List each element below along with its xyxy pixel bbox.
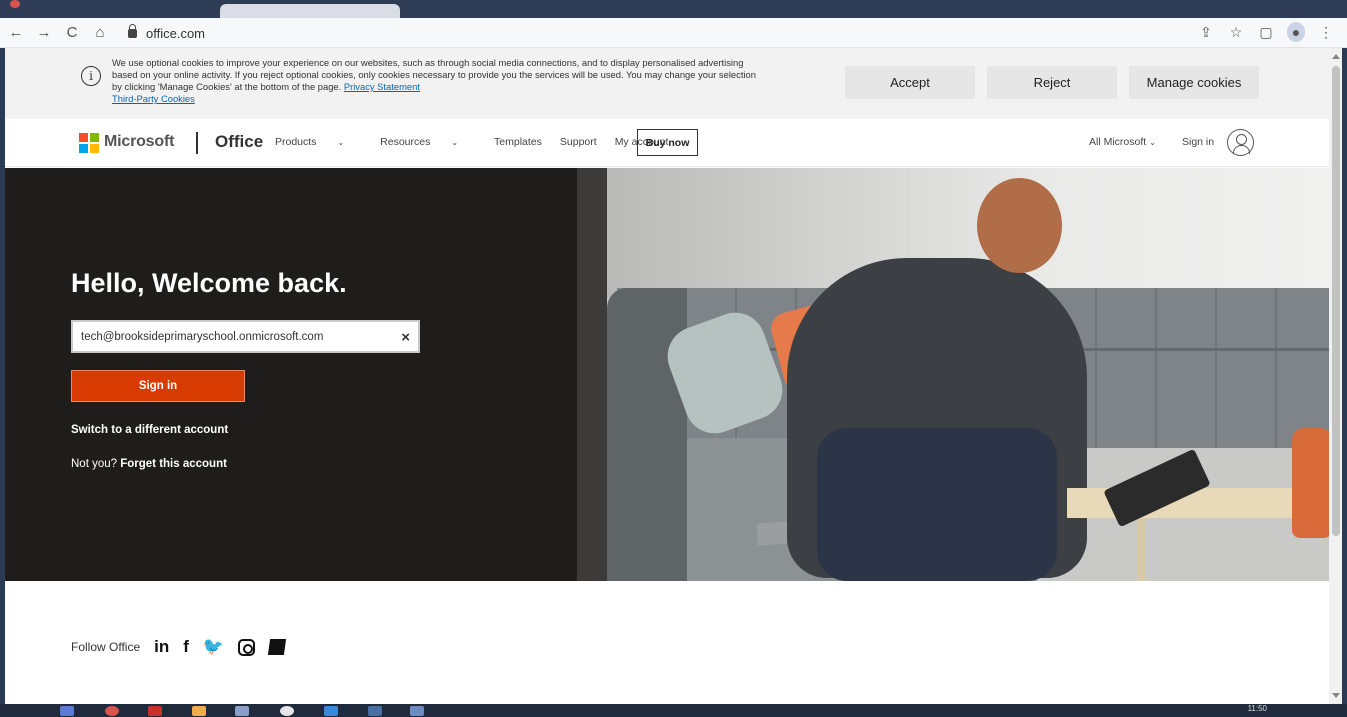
site-header: Microsoft Office Products ⌄ Resources ⌄ Te… [5, 119, 1329, 167]
address-bar[interactable]: office.com [128, 22, 1188, 44]
back-icon[interactable]: ← [4, 21, 28, 45]
os-taskbar: 11:50 [0, 704, 1347, 717]
hero-image [577, 168, 1329, 581]
office-brand[interactable]: Office [215, 132, 263, 152]
microsoft-logo-icon[interactable] [79, 133, 99, 153]
forget-account-link[interactable]: Forget this account [120, 458, 227, 470]
close-icon[interactable]: × [401, 329, 410, 346]
nav-products[interactable]: Products ⌄ [275, 136, 362, 148]
linkedin-icon[interactable]: in [154, 637, 169, 657]
facebook-icon[interactable]: f [183, 637, 189, 657]
taskbar-app-icon[interactable] [410, 706, 424, 716]
scroll-up-icon[interactable] [1332, 54, 1340, 59]
taskbar-app-icon[interactable] [60, 706, 74, 716]
header-divider [196, 132, 198, 154]
cookie-banner: i We use optional cookies to improve you… [5, 48, 1329, 119]
nav-support[interactable]: Support [560, 136, 597, 148]
header-nav: Products ⌄ Resources ⌄ Templates Support M… [275, 136, 686, 148]
taskbar-app-icon[interactable] [148, 706, 162, 716]
hero-section: Hello, Welcome back. tech@brooksideprima… [5, 168, 1329, 581]
chevron-down-icon: ⌄ [451, 138, 459, 147]
follow-office-label: Follow Office [71, 640, 141, 654]
taskbar-app-icon[interactable] [105, 706, 119, 716]
switch-account-link[interactable]: Switch to a different account [71, 424, 228, 436]
taskbar-app-icon[interactable] [280, 706, 294, 716]
cookie-text-block: We use optional cookies to improve your … [112, 57, 757, 105]
reject-cookies-button[interactable]: Reject [987, 66, 1117, 99]
nav-products-label: Products [275, 136, 317, 148]
taskbar-app-icon[interactable] [324, 706, 338, 716]
taskbar-app-icon[interactable] [368, 706, 382, 716]
privacy-statement-link[interactable]: Privacy Statement [344, 81, 420, 92]
tab-strip [0, 0, 1347, 18]
browser-toolbar: ← → C ⌂ office.com ⇪ ☆ ▢ ● ⋮ [0, 18, 1347, 48]
not-you-label: Not you? [71, 458, 118, 470]
page-viewport: i We use optional cookies to improve you… [5, 48, 1329, 704]
chevron-down-icon: ⌄ [1149, 138, 1156, 147]
address-url: office.com [146, 25, 206, 41]
browser-right-tools: ⇪ ☆ ▢ ● ⋮ [1197, 22, 1335, 42]
nav-templates[interactable]: Templates [494, 136, 542, 148]
account-email-value: tech@brooksideprimaryschool.onmicrosoft.… [81, 330, 324, 343]
scroll-down-icon[interactable] [1332, 693, 1340, 698]
bookmark-star-icon[interactable]: ☆ [1227, 22, 1245, 42]
share-icon[interactable]: ⇪ [1197, 22, 1215, 42]
not-you-line: Not you? Forget this account [71, 458, 227, 470]
tab-favicon [10, 0, 20, 8]
instagram-icon[interactable] [238, 638, 256, 656]
cookie-text: We use optional cookies to improve your … [112, 57, 756, 92]
lock-icon [128, 23, 137, 38]
all-microsoft-label: All Microsoft [1089, 136, 1147, 148]
third-party-cookies-link[interactable]: Third-Party Cookies [112, 93, 195, 104]
microsoft-brand[interactable]: Microsoft [104, 133, 174, 151]
reload-icon[interactable]: C [60, 21, 84, 45]
all-microsoft-menu[interactable]: All Microsoft ⌄ [1089, 136, 1156, 148]
forward-icon[interactable]: → [32, 21, 56, 45]
accept-cookies-button[interactable]: Accept [845, 66, 975, 99]
account-email-field[interactable]: tech@brooksideprimaryschool.onmicrosoft.… [71, 320, 420, 353]
profile-icon[interactable]: ● [1287, 22, 1305, 42]
welcome-heading: Hello, Welcome back. [71, 268, 347, 298]
side-panel-icon[interactable]: ▢ [1257, 22, 1275, 42]
chevron-down-icon: ⌄ [337, 138, 345, 147]
taskbar-clock: 11:50 [1247, 704, 1267, 713]
twitter-icon[interactable]: 🐦 [203, 637, 224, 657]
blog-icon[interactable] [267, 639, 287, 655]
scrollbar-thumb[interactable] [1332, 66, 1340, 536]
follow-office: Follow Office in f 🐦 [71, 637, 287, 657]
sign-in-button[interactable]: Sign in [71, 370, 245, 402]
home-icon[interactable]: ⌂ [88, 21, 112, 45]
buy-now-button[interactable]: Buy now [637, 129, 698, 156]
account-avatar-icon[interactable] [1227, 129, 1254, 156]
info-icon: i [81, 66, 101, 86]
nav-resources[interactable]: Resources ⌄ [380, 136, 476, 148]
menu-icon[interactable]: ⋮ [1317, 22, 1335, 42]
manage-cookies-button[interactable]: Manage cookies [1129, 66, 1259, 99]
nav-resources-label: Resources [380, 136, 431, 148]
taskbar-app-icon[interactable] [192, 706, 206, 716]
header-sign-in-link[interactable]: Sign in [1182, 136, 1214, 148]
browser-tab[interactable] [220, 4, 400, 18]
taskbar-app-icon[interactable] [235, 706, 249, 716]
page-scrollbar[interactable] [1329, 48, 1342, 704]
